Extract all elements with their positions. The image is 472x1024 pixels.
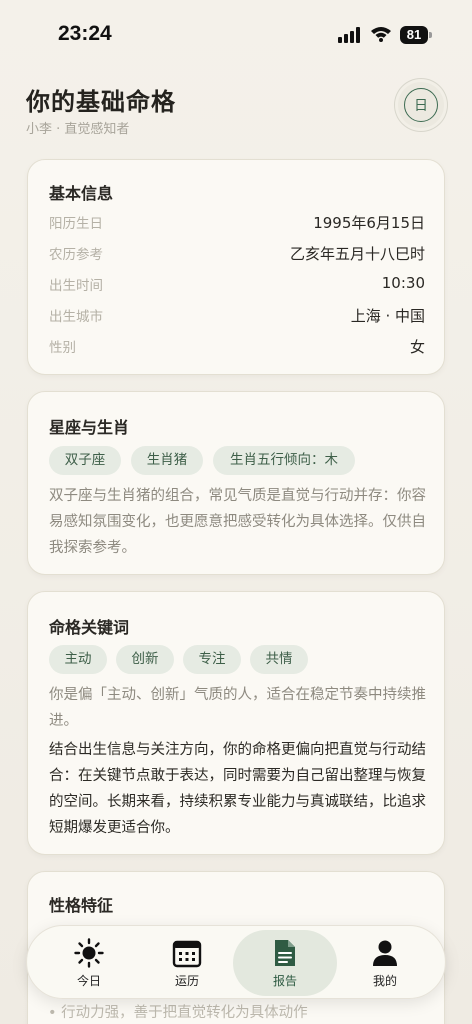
wifi-icon — [371, 27, 391, 42]
cellular-signal-icon — [338, 27, 360, 43]
info-label: 阳历生日 — [49, 216, 103, 232]
info-row: 出生城市 上海 · 中国 — [49, 305, 425, 327]
info-row: 性别 女 — [49, 336, 425, 358]
info-value: 1995年6月15日 — [313, 214, 425, 232]
calendar-icon — [172, 940, 202, 968]
keyword-tag: 主动 — [49, 645, 107, 674]
info-row: 出生时间 10:30 — [49, 274, 425, 296]
document-icon — [275, 940, 295, 966]
tab-label: 报告 — [272, 974, 297, 988]
zodiac-description: 双子座与生肖猪的组合，常见气质是直觉与行动并存：你容易感知氛围变化，也更愿意把感… — [49, 488, 426, 556]
keywords-card: 命格关键词 主动 创新 专注 共情 你是偏「主动、创新」气质的人，适合在稳定节奏… — [27, 591, 445, 855]
tab-report[interactable]: 报告 — [233, 930, 337, 996]
trait-item-text: 行动力强，善于把直觉转化为具体动作 — [61, 1005, 308, 1021]
info-label: 农历参考 — [49, 247, 103, 263]
tab-label: 我的 — [372, 974, 397, 988]
zodiac-card: 星座与生肖 双子座 生肖猪 生肖五行倾向：木 双子座与生肖猪的组合，常见气质是直… — [27, 391, 445, 575]
info-row: 农历参考 乙亥年五月十八巳时 — [49, 243, 425, 265]
traits-title: 性格特征 — [49, 896, 114, 915]
zodiac-tag: 双子座 — [49, 446, 121, 475]
tab-label: 今日 — [76, 974, 101, 988]
info-row: 阳历生日 1995年6月15日 — [49, 212, 425, 234]
zodiac-tag: 生肖猪 — [131, 446, 203, 475]
battery-icon: 81 — [400, 26, 432, 44]
basic-info-card: 基本信息 阳历生日 1995年6月15日 农历参考 乙亥年五月十八巳时 出生时间… — [27, 159, 445, 375]
day-button[interactable]: 日 — [398, 82, 444, 128]
person-icon — [373, 940, 397, 966]
status-bar: 23:24 81 — [0, 0, 472, 70]
zodiac-tag: 生肖五行倾向：木 — [213, 446, 355, 475]
keywords-detail: 结合出生信息与关注方向，你的命格更偏向把直觉与行动结合：在关键节点敢于表达，同时… — [49, 742, 426, 836]
page-title: 你的基础命格 — [26, 88, 176, 116]
keywords-title: 命格关键词 — [49, 618, 130, 637]
keyword-tag: 专注 — [183, 645, 241, 674]
keyword-tag: 创新 — [116, 645, 174, 674]
info-label: 性别 — [49, 340, 76, 356]
info-value: 10:30 — [381, 274, 425, 292]
info-value: 女 — [409, 338, 425, 356]
sun-icon — [74, 938, 104, 968]
info-value: 上海 · 中国 — [350, 307, 425, 325]
status-time: 23:24 — [58, 22, 112, 45]
info-label: 出生时间 — [49, 278, 103, 294]
basic-info-title: 基本信息 — [49, 184, 114, 203]
tab-profile[interactable]: 我的 — [333, 930, 437, 996]
page-subtitle: 小李 · 直觉感知者 — [26, 122, 130, 137]
zodiac-title: 星座与生肖 — [49, 418, 130, 437]
info-label: 出生城市 — [49, 309, 103, 325]
trait-item: • 行动力强，善于把直觉转化为具体动作 — [48, 1005, 308, 1021]
keywords-summary: 你是偏「主动、创新」气质的人，适合在稳定节奏中持续推进。 — [49, 687, 426, 729]
tab-calendar[interactable]: 运历 — [135, 930, 239, 996]
info-value: 乙亥年五月十八巳时 — [289, 245, 425, 263]
keyword-tag: 共情 — [250, 645, 308, 674]
tab-today[interactable]: 今日 — [37, 930, 141, 996]
tab-label: 运历 — [174, 974, 199, 988]
day-button-label: 日 — [404, 88, 438, 122]
bottom-tab-bar: 今日 运历 报告 我的 — [26, 925, 446, 999]
battery-level: 81 — [400, 26, 428, 44]
